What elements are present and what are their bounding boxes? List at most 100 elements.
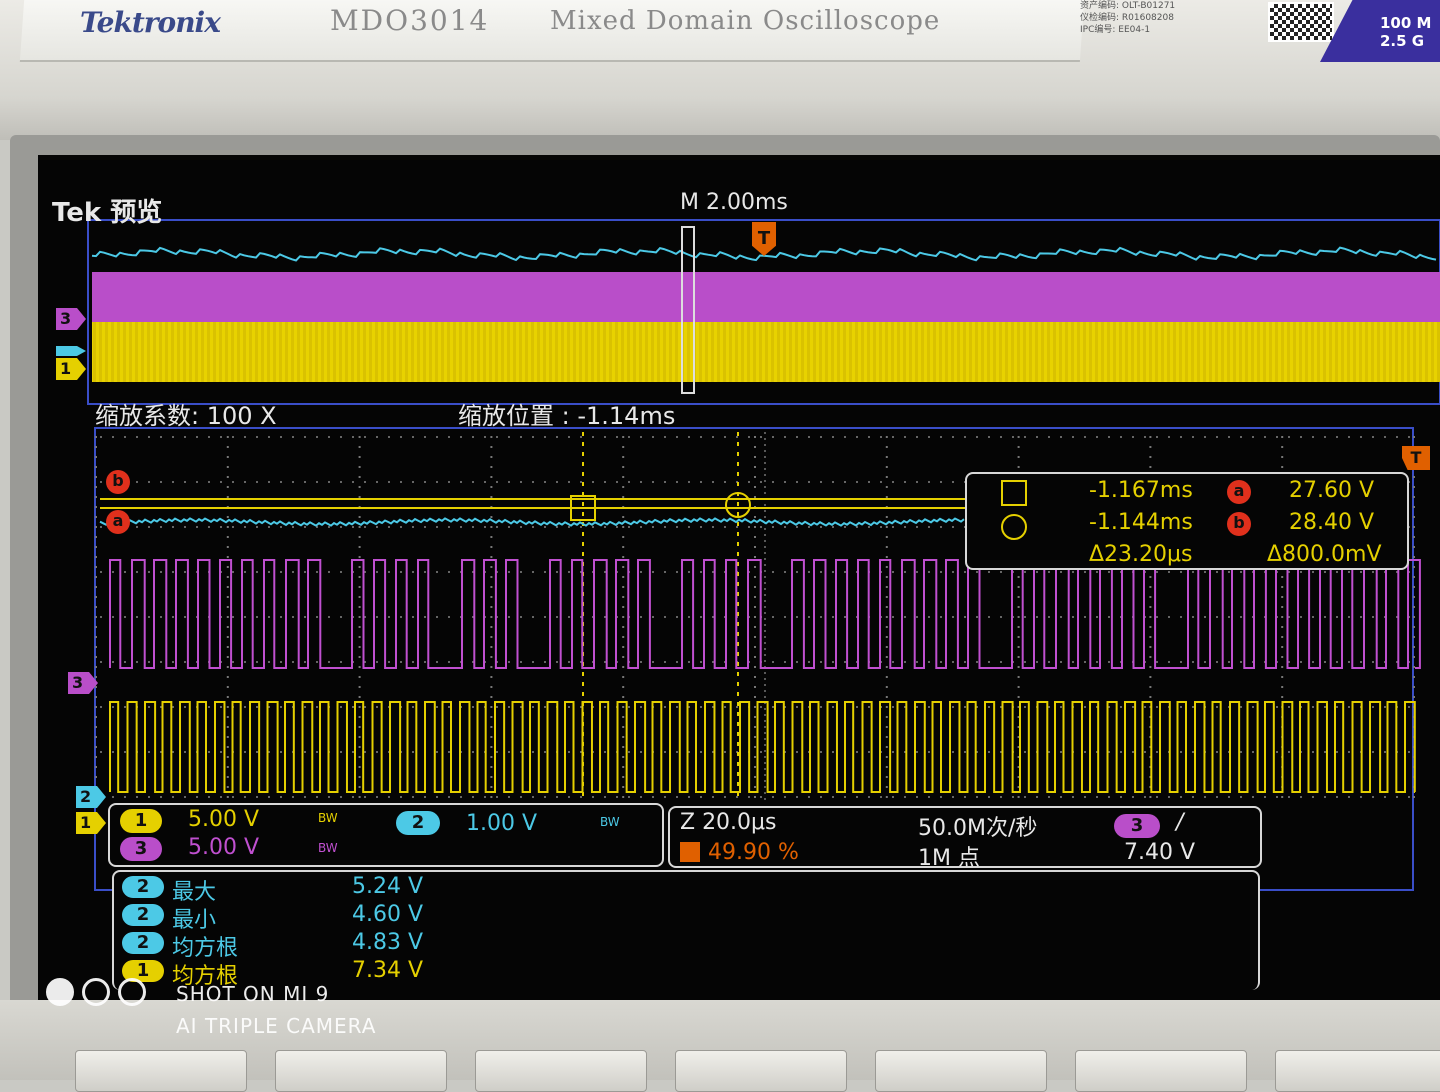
graticule-dot	[532, 436, 534, 438]
graticule-dot	[754, 686, 756, 688]
softkey-3[interactable]	[475, 1050, 647, 1092]
sample-rate[interactable]: 50.0M次/秒	[918, 810, 1037, 842]
graticule-dot	[796, 526, 798, 528]
graticule-dot	[622, 736, 625, 738]
graticule-dot	[885, 646, 888, 648]
graticule-dot	[940, 571, 942, 573]
graticule-dot	[1360, 616, 1362, 618]
graticule-dot	[256, 751, 258, 753]
trigger-level[interactable]: 7.40 V	[1124, 840, 1195, 865]
trigger-position[interactable]: 49.90 %	[708, 840, 799, 865]
graticule-dot	[604, 481, 606, 483]
graticule-dot	[1216, 796, 1218, 798]
graticule-dot	[592, 481, 594, 483]
graticule-dot	[748, 796, 750, 798]
graticule-dot	[316, 796, 318, 798]
graticule-dot	[622, 686, 625, 688]
graticule-dot	[700, 571, 702, 573]
graticule-dot	[1149, 466, 1152, 468]
graticule-dot	[640, 751, 642, 753]
trigger-source-badge[interactable]: 3	[1114, 814, 1160, 838]
graticule-dot	[1192, 751, 1194, 753]
graticule-dot	[754, 586, 756, 588]
graticule-dot	[1413, 556, 1415, 558]
graticule-dot	[292, 436, 294, 438]
graticule-dot	[490, 706, 493, 708]
ch3-scale[interactable]: 5.00 V	[188, 835, 259, 860]
graticule-dot	[688, 571, 690, 573]
graticule-dot	[754, 446, 756, 448]
graticule-dot	[496, 526, 498, 528]
graticule-dot	[754, 576, 756, 578]
graticule-dot	[856, 436, 858, 438]
ch2-scale[interactable]: 1.00 V	[466, 811, 537, 836]
graticule-dot	[544, 616, 546, 618]
graticule-dot	[808, 571, 810, 573]
graticule-dot	[885, 596, 888, 598]
graticule-dot	[1336, 571, 1338, 573]
graticule-dot	[748, 481, 750, 483]
graticule-dot	[328, 571, 330, 573]
softkey-1[interactable]	[75, 1050, 247, 1092]
softkey-5[interactable]	[875, 1050, 1047, 1092]
graticule-dot	[754, 606, 756, 608]
graticule-dot	[754, 786, 756, 788]
graticule-dot	[448, 706, 450, 708]
graticule-dot	[160, 661, 162, 663]
softkey-2[interactable]	[275, 1050, 447, 1092]
graticule-dot	[304, 481, 306, 483]
trigger-slope-icon[interactable]: /	[1176, 810, 1183, 835]
graticule-dot	[892, 706, 894, 708]
zoom-ch2-trace	[99, 517, 965, 527]
graticule-dot	[952, 706, 954, 708]
graticule-dot	[628, 796, 630, 798]
ch1-badge[interactable]: 1	[120, 809, 162, 833]
graticule-dot	[1024, 661, 1026, 663]
graticule-dot	[1336, 796, 1338, 798]
graticule-dot	[1000, 796, 1002, 798]
zoom-scale[interactable]: Z 20.0μs	[680, 810, 777, 835]
graticule-dot	[844, 616, 846, 618]
graticule-dot	[304, 751, 306, 753]
graticule-dot	[1149, 646, 1152, 648]
graticule-dot	[616, 526, 618, 528]
softkey-6[interactable]	[1075, 1050, 1247, 1092]
graticule-dot	[622, 746, 625, 748]
graticule-dot	[1252, 706, 1254, 708]
graticule-dot	[358, 666, 361, 668]
graticule-dot	[568, 796, 570, 798]
graticule-dot	[95, 756, 97, 758]
graticule-dot	[472, 796, 474, 798]
graticule-dot	[532, 796, 534, 798]
graticule-dot	[1216, 616, 1218, 618]
softkey-7[interactable]	[1275, 1050, 1440, 1092]
ch3-badge[interactable]: 3	[120, 837, 162, 861]
graticule-dot	[640, 796, 642, 798]
softkey-4[interactable]	[675, 1050, 847, 1092]
cursor-a-label[interactable]: a	[106, 510, 130, 534]
graticule-dot	[1281, 796, 1284, 798]
graticule-dot	[1288, 796, 1290, 798]
graticule-dot	[388, 661, 390, 663]
record-length[interactable]: 1M 点	[918, 840, 980, 872]
graticule-dot	[604, 661, 606, 663]
watermark-line-2: AI TRIPLE CAMERA	[176, 1014, 377, 1038]
ch1-scale[interactable]: 5.00 V	[188, 807, 259, 832]
graticule-dot	[1180, 571, 1182, 573]
graticule-dot	[1084, 436, 1086, 438]
graticule-dot	[232, 436, 234, 438]
graticule-dot	[244, 796, 246, 798]
graticule-dot	[148, 661, 150, 663]
graticule-dot	[664, 751, 666, 753]
graticule-dot	[688, 526, 690, 528]
graticule-dot	[1281, 686, 1284, 688]
graticule-dot	[1048, 661, 1050, 663]
graticule-dot	[95, 616, 97, 618]
graticule-dot	[1228, 571, 1230, 573]
cursor-b-label[interactable]: b	[106, 470, 130, 494]
graticule-dot	[226, 446, 229, 448]
graticule-dot	[1312, 616, 1314, 618]
graticule-dot	[736, 706, 738, 708]
ch2-badge[interactable]: 2	[396, 811, 440, 835]
graticule-dot	[1408, 751, 1410, 753]
